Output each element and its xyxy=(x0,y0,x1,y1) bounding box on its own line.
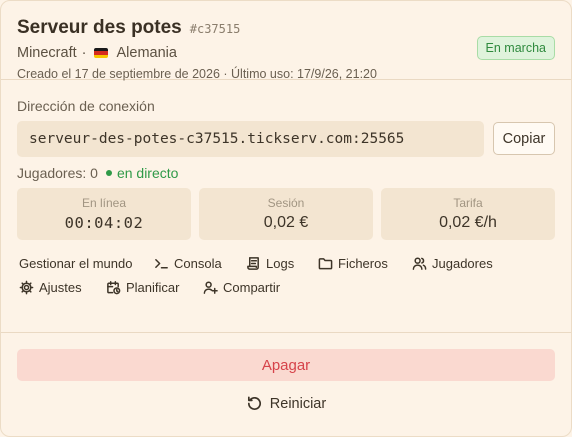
logs-label: Logs xyxy=(266,256,295,271)
players-count: Jugadores: 0 xyxy=(17,165,98,181)
connection-label: Dirección de conexión xyxy=(17,98,155,114)
stat-label: Tarifa xyxy=(453,196,483,210)
calendar-clock-icon xyxy=(107,280,121,295)
players-button[interactable]: Jugadores xyxy=(412,256,512,271)
stat-label: Sesión xyxy=(267,196,305,210)
manage-world-button[interactable]: Gestionar el mundo xyxy=(19,256,154,271)
logs-button[interactable]: Logs xyxy=(246,256,318,271)
stat-value: 00:04:02 xyxy=(64,214,144,232)
schedule-label: Planificar xyxy=(126,280,180,295)
schedule-button[interactable]: Planificar xyxy=(106,280,203,295)
address-row: serveur-des-potes-c37515.tickserv.com:25… xyxy=(17,121,555,157)
footer-actions: Apagar Reiniciar xyxy=(1,332,571,412)
stat-label: En línea xyxy=(81,196,127,210)
server-country: Alemania xyxy=(116,45,177,61)
players-label: Jugadores xyxy=(432,256,493,271)
stat-uptime: En línea 00:04:02 xyxy=(17,188,191,240)
scroll-icon xyxy=(247,257,259,270)
copy-button[interactable]: Copiar xyxy=(493,122,555,155)
console-button[interactable]: Consola xyxy=(154,256,246,271)
server-meta: Creado el 17 de septiembre de 2026 · Últ… xyxy=(17,67,377,81)
files-label: Ficheros xyxy=(338,256,388,271)
connection-address[interactable]: serveur-des-potes-c37515.tickserv.com:25… xyxy=(17,121,484,157)
restart-button[interactable]: Reiniciar xyxy=(17,395,555,412)
share-label: Compartir xyxy=(223,280,281,295)
user-plus-icon xyxy=(203,281,218,294)
title-row: Serveur des potes #c37515 xyxy=(17,17,555,39)
files-button[interactable]: Ficheros xyxy=(318,256,412,271)
action-links: Gestionar el mundo Consola Logs Ficheros… xyxy=(17,256,555,295)
server-id: #c37515 xyxy=(189,22,241,36)
settings-button[interactable]: Ajustes xyxy=(19,280,106,295)
folder-icon xyxy=(318,258,333,270)
connection-section: Dirección de conexión serveur-des-potes-… xyxy=(1,80,571,295)
players-row: Jugadores: 0 en directo xyxy=(17,165,555,181)
server-card: Serveur des potes #c37515 Minecraft · Al… xyxy=(0,0,572,437)
stats-row: En línea 00:04:02 Sesión 0,02 € Tarifa 0… xyxy=(17,188,555,240)
live-dot-icon xyxy=(105,170,112,176)
live-indicator: en directo xyxy=(105,165,179,181)
share-button[interactable]: Compartir xyxy=(203,280,303,295)
germany-flag-icon xyxy=(94,48,109,58)
stat-session: Sesión 0,02 € xyxy=(199,188,373,240)
settings-label: Ajustes xyxy=(39,280,82,295)
server-header: Serveur des potes #c37515 Minecraft · Al… xyxy=(1,1,571,81)
restart-label: Reiniciar xyxy=(269,395,327,412)
restart-icon xyxy=(247,396,261,410)
server-name: Serveur des potes xyxy=(17,17,182,38)
gear-icon xyxy=(19,280,34,295)
server-subtitle: Minecraft · Alemania xyxy=(17,45,555,61)
stat-value: 0,02 € xyxy=(263,214,309,231)
users-icon xyxy=(412,257,427,270)
stop-button[interactable]: Apagar xyxy=(17,349,555,381)
stat-rate: Tarifa 0,02 €/h xyxy=(381,188,555,240)
status-badge: En marcha xyxy=(476,36,555,60)
console-label: Consola xyxy=(174,256,222,271)
subtitle-separator: · xyxy=(81,45,87,61)
stat-value: 0,02 €/h xyxy=(439,214,497,231)
game-name: Minecraft xyxy=(17,45,77,61)
manage-world-label: Gestionar el mundo xyxy=(19,256,133,271)
terminal-icon xyxy=(155,259,168,269)
live-label: en directo xyxy=(116,165,179,181)
